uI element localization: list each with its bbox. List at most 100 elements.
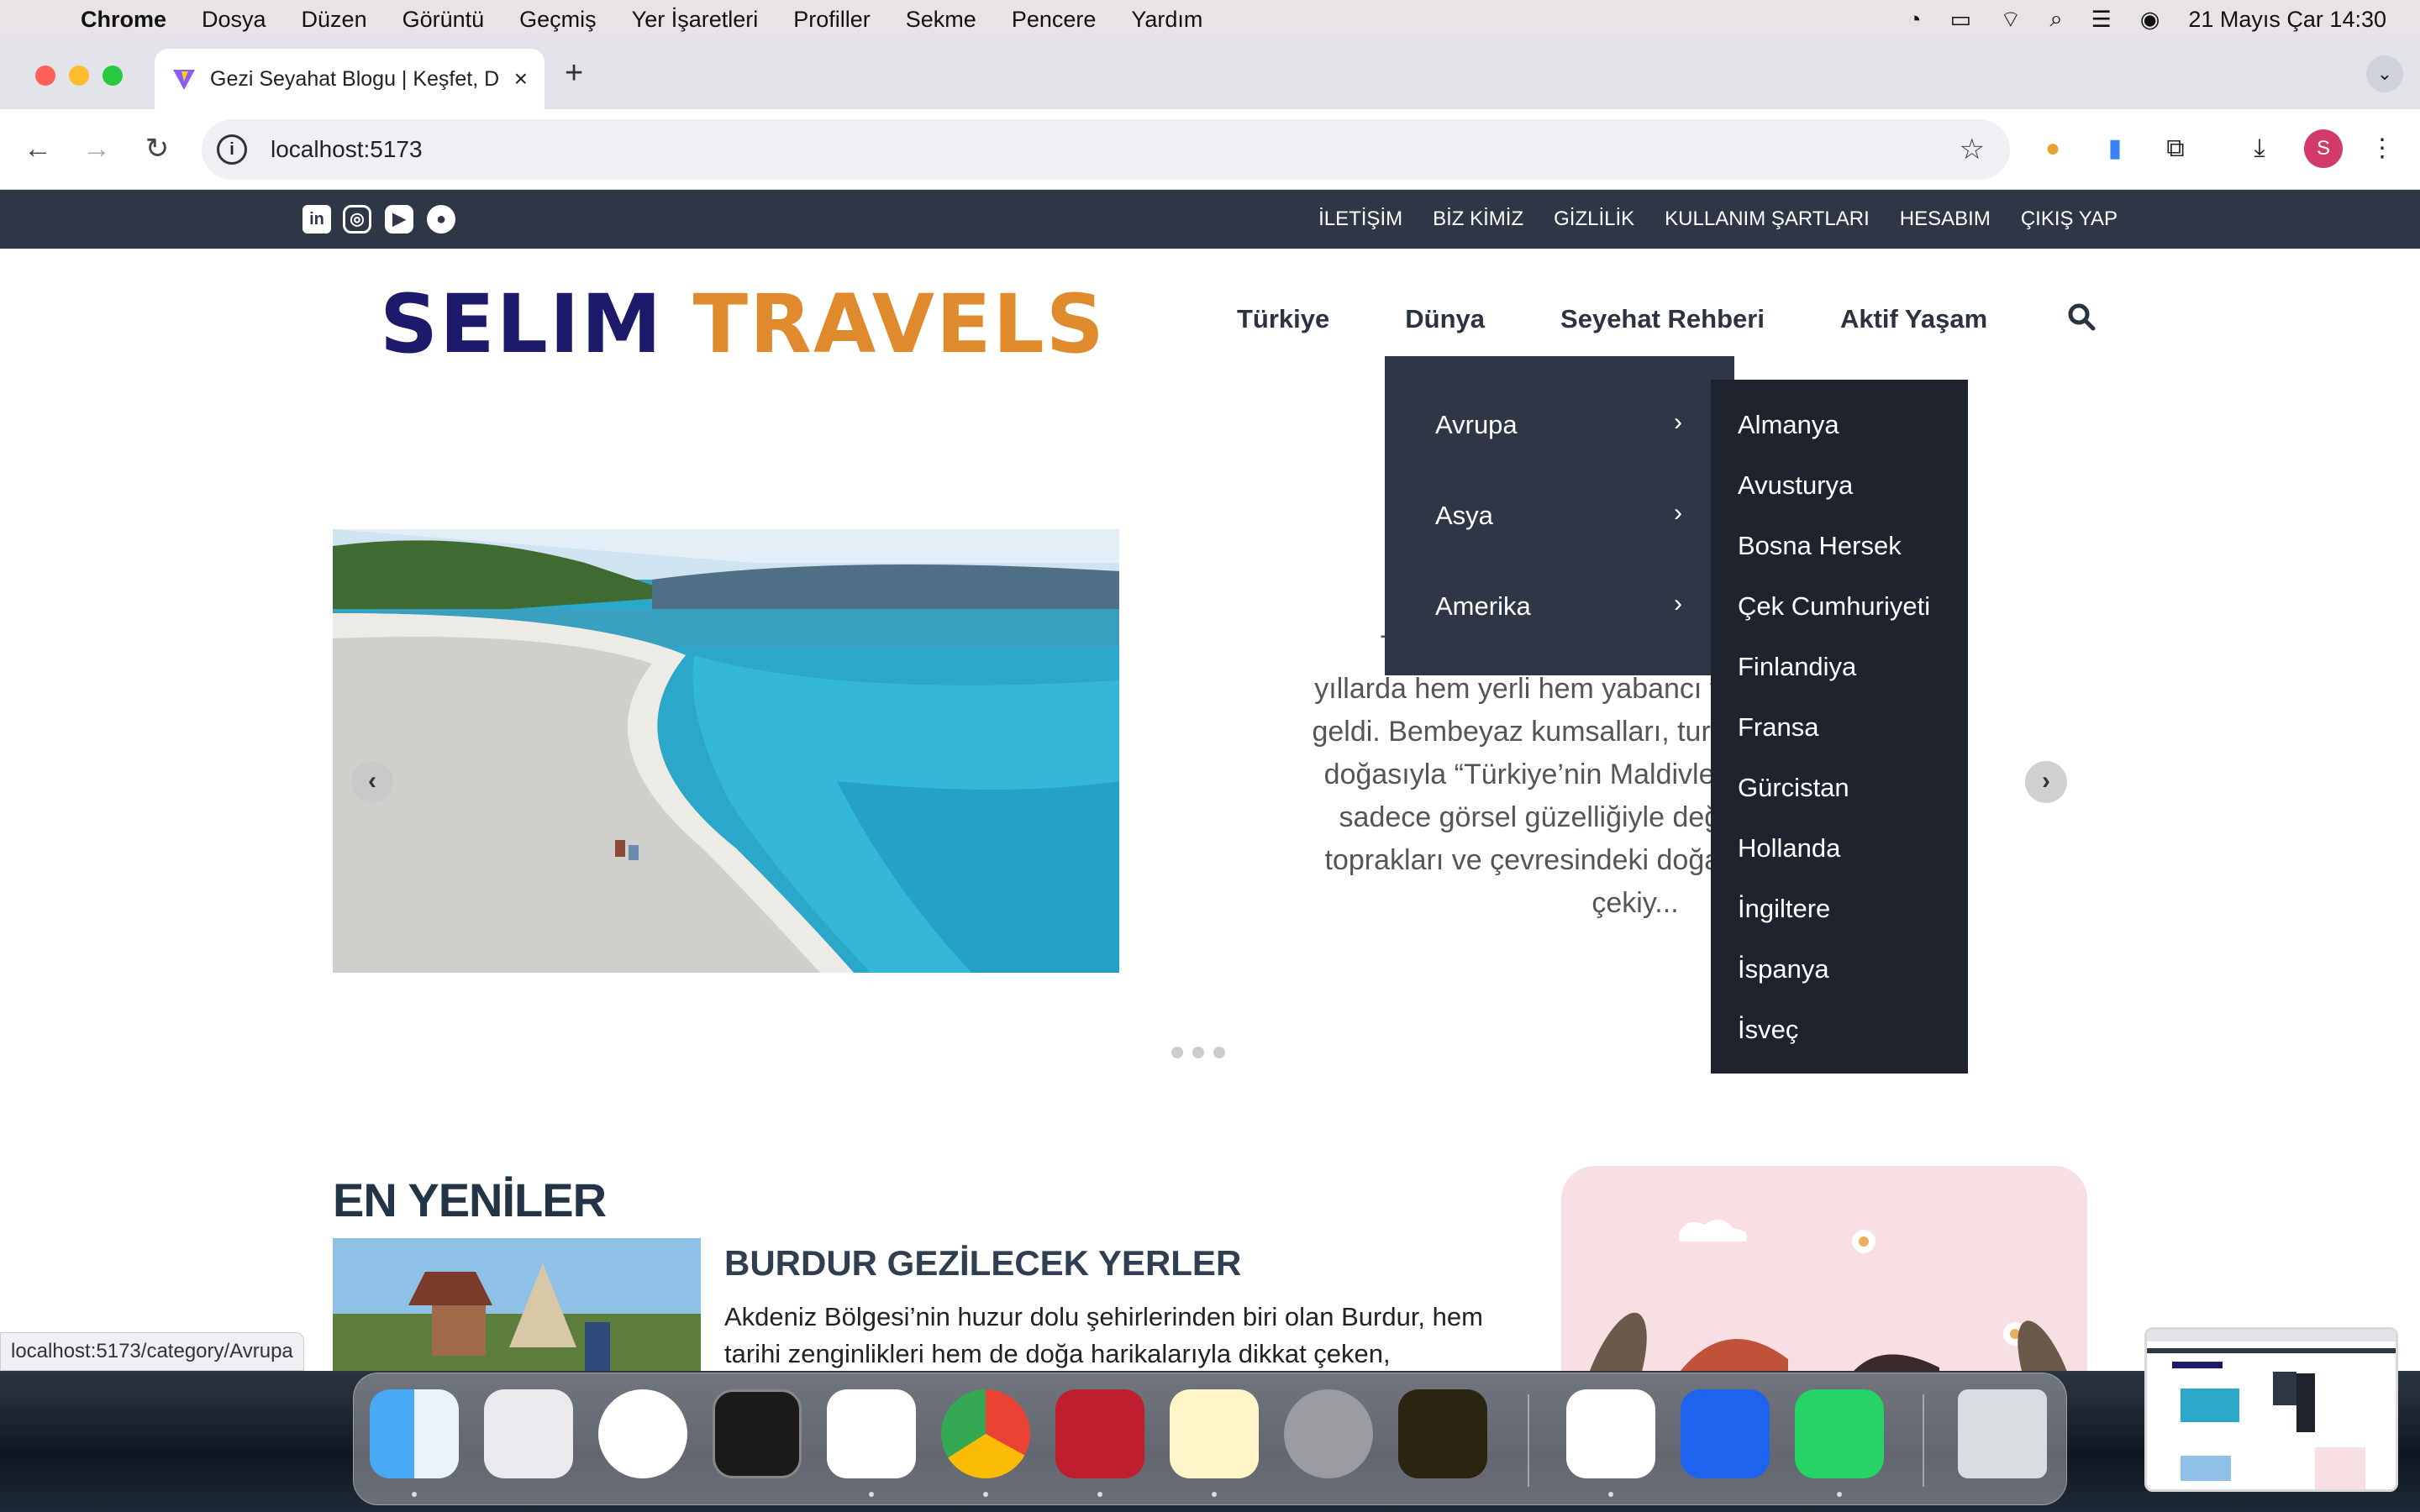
menu-window[interactable]: Pencere bbox=[1012, 7, 1097, 33]
nav-turkiye[interactable]: Türkiye bbox=[1237, 304, 1329, 334]
logo-word-selim: SELIM bbox=[380, 277, 664, 371]
country-finlandiya[interactable]: Finlandiya bbox=[1738, 652, 1856, 682]
new-tab-button[interactable]: + bbox=[565, 55, 583, 92]
logo-word-travels: TRAVELS bbox=[692, 277, 1106, 371]
post-title[interactable]: BURDUR GEZİLECEK YERLER bbox=[724, 1243, 1241, 1284]
country-cek-cumhuriyeti[interactable]: Çek Cumhuriyeti bbox=[1738, 591, 1930, 622]
extension-clipboard-icon[interactable]: ▮ bbox=[2096, 129, 2134, 168]
link-contact[interactable]: İLETİŞİM bbox=[1318, 207, 1402, 231]
screen-time-icon[interactable]: ◔ bbox=[1907, 7, 1921, 33]
menu-item-amerika[interactable]: Amerika bbox=[1435, 591, 1531, 622]
country-bosna-hersek[interactable]: Bosna Hersek bbox=[1738, 531, 1902, 561]
vscode-icon[interactable] bbox=[827, 1389, 916, 1478]
country-fransa[interactable]: Fransa bbox=[1738, 712, 1818, 743]
close-window-button[interactable] bbox=[35, 66, 55, 86]
menu-file[interactable]: Dosya bbox=[202, 7, 266, 33]
slider-dot[interactable] bbox=[1171, 1047, 1183, 1058]
control-center-icon[interactable]: ☰ bbox=[2091, 7, 2112, 33]
slider-prev-button[interactable]: ‹ bbox=[351, 761, 393, 803]
terminal-icon[interactable] bbox=[713, 1389, 802, 1478]
mongodb-icon[interactable] bbox=[1566, 1389, 1655, 1478]
forward-button[interactable]: → bbox=[76, 128, 118, 170]
battery-icon[interactable]: ▭ bbox=[1950, 7, 1972, 33]
country-ispanya[interactable]: İspanya bbox=[1738, 954, 1829, 984]
chrome-icon[interactable] bbox=[941, 1389, 1030, 1478]
download-icon[interactable]: ⤓ bbox=[2240, 129, 2279, 168]
spotlight-icon[interactable]: ⌕ bbox=[2049, 6, 2062, 33]
notes-icon[interactable] bbox=[1170, 1389, 1259, 1478]
hero-slide-image bbox=[333, 529, 1119, 973]
link-about[interactable]: BİZ KİMİZ bbox=[1433, 207, 1523, 231]
search-icon[interactable] bbox=[2067, 302, 2096, 331]
site-logo[interactable]: SELIM TRAVELS bbox=[380, 277, 1106, 371]
system-settings-icon[interactable] bbox=[1284, 1389, 1373, 1478]
link-account[interactable]: HESABIM bbox=[1900, 207, 1991, 231]
zoom-window-button[interactable] bbox=[103, 66, 123, 86]
country-hollanda[interactable]: Hollanda bbox=[1738, 833, 1840, 864]
link-privacy[interactable]: GİZLİLİK bbox=[1554, 207, 1634, 231]
address-bar[interactable]: i localhost:5173 ☆ bbox=[202, 119, 2010, 180]
url-text[interactable]: localhost:5173 bbox=[271, 136, 423, 163]
nav-dunya[interactable]: Dünya bbox=[1405, 304, 1485, 334]
country-avusturya[interactable]: Avusturya bbox=[1738, 470, 1853, 501]
bookmark-star-icon[interactable]: ☆ bbox=[1960, 133, 1985, 166]
post-thumbnail[interactable] bbox=[333, 1238, 701, 1373]
menubar-clock[interactable]: 21 Mayıs Çar 14:30 bbox=[2188, 7, 2386, 33]
vite-favicon-icon bbox=[173, 70, 195, 90]
slider-next-button[interactable]: › bbox=[2025, 761, 2067, 803]
sequel-icon[interactable] bbox=[1398, 1389, 1487, 1478]
linkedin-icon[interactable]: in bbox=[302, 205, 331, 234]
link-logout[interactable]: ÇIKIŞ YAP bbox=[2021, 207, 2118, 231]
chrome-menu-icon[interactable]: ⋮ bbox=[2363, 129, 2402, 168]
chevron-right-icon: › bbox=[1674, 590, 1682, 617]
menu-history[interactable]: Geçmiş bbox=[519, 7, 597, 33]
menu-view[interactable]: Görüntü bbox=[402, 7, 485, 33]
safari-icon[interactable] bbox=[598, 1389, 687, 1478]
nav-travel-guide[interactable]: Seyehat Rehberi bbox=[1560, 304, 1765, 334]
menu-profiles[interactable]: Profiller bbox=[793, 7, 871, 33]
tab-title: Gezi Seyahat Blogu | Keşfet, D bbox=[210, 66, 500, 91]
screenshot-preview-thumbnail[interactable] bbox=[2144, 1327, 2398, 1492]
country-almanya[interactable]: Almanya bbox=[1738, 410, 1839, 440]
post-excerpt: Akdeniz Bölgesi’nin huzur dolu şehirleri… bbox=[724, 1302, 1483, 1368]
link-status-bar: localhost:5173/category/Avrupa bbox=[0, 1332, 304, 1371]
menu-help[interactable]: Yardım bbox=[1131, 7, 1202, 33]
menu-item-avrupa[interactable]: Avrupa bbox=[1435, 410, 1518, 440]
finder-icon[interactable] bbox=[370, 1389, 459, 1478]
menu-item-asya[interactable]: Asya bbox=[1435, 501, 1493, 531]
link-terms[interactable]: KULLANIM ŞARTLARI bbox=[1665, 207, 1870, 231]
site-topbar: in ◎ ▶ ● İLETİŞİM BİZ KİMİZ GİZLİLİK KUL… bbox=[0, 190, 2420, 249]
reload-button[interactable]: ↻ bbox=[136, 128, 178, 170]
wifi-icon[interactable]: ⌔ bbox=[2000, 5, 2021, 34]
profile-avatar[interactable]: S bbox=[2304, 129, 2343, 168]
trash-icon[interactable] bbox=[1958, 1389, 2047, 1478]
launchpad-icon[interactable] bbox=[484, 1389, 573, 1478]
extensions-puzzle-icon[interactable]: ⧉ bbox=[2156, 129, 2195, 168]
country-ingiltere[interactable]: İngiltere bbox=[1738, 894, 1830, 924]
minimize-window-button[interactable] bbox=[69, 66, 89, 86]
menu-edit[interactable]: Düzen bbox=[302, 7, 367, 33]
extension-burger-icon[interactable]: ● bbox=[2033, 129, 2072, 168]
back-button[interactable]: ← bbox=[17, 128, 59, 170]
nav-active-life[interactable]: Aktif Yaşam bbox=[1840, 304, 1987, 334]
tab-search-button[interactable]: ⌄ bbox=[2366, 55, 2403, 92]
tab-close-icon[interactable]: × bbox=[514, 66, 528, 92]
site-info-icon[interactable]: i bbox=[217, 134, 247, 165]
slider-dot[interactable] bbox=[1192, 1047, 1204, 1058]
menu-tab[interactable]: Sekme bbox=[906, 7, 976, 33]
menu-app-name[interactable]: Chrome bbox=[81, 7, 166, 33]
github-icon[interactable]: ● bbox=[427, 205, 455, 234]
browser-tab[interactable]: Gezi Seyahat Blogu | Keşfet, D × bbox=[155, 49, 544, 109]
chevron-right-icon: › bbox=[1674, 408, 1682, 436]
country-gurcistan[interactable]: Gürcistan bbox=[1738, 773, 1849, 803]
siri-icon[interactable]: ◉ bbox=[2140, 7, 2160, 33]
whatsapp-icon[interactable] bbox=[1795, 1389, 1884, 1478]
instagram-icon[interactable]: ◎ bbox=[343, 205, 371, 234]
running-indicator bbox=[1837, 1492, 1842, 1497]
slider-dot[interactable] bbox=[1213, 1047, 1225, 1058]
menu-bookmarks[interactable]: Yer İşaretleri bbox=[632, 7, 759, 33]
filezilla-icon[interactable] bbox=[1055, 1389, 1144, 1478]
country-isvec[interactable]: İsveç bbox=[1738, 1015, 1798, 1045]
docker-icon[interactable] bbox=[1681, 1389, 1770, 1478]
youtube-icon[interactable]: ▶ bbox=[385, 205, 413, 234]
